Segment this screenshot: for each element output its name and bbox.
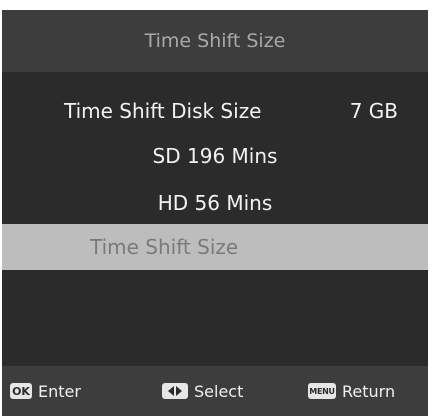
enter-hint: OK Enter [10, 366, 81, 416]
ok-key-icon: OK [10, 383, 32, 399]
right-arrow-icon [176, 386, 182, 396]
enter-hint-label: Enter [38, 381, 81, 401]
time-shift-size-label: Time Shift Size [90, 235, 239, 259]
return-hint: MENU Return [308, 366, 395, 416]
sd-duration-text: SD 196 Mins [152, 144, 278, 168]
disk-size-value: 7 GB [349, 99, 398, 123]
time-shift-size-menu-item[interactable]: Time Shift Size [2, 224, 428, 270]
disk-size-label: Time Shift Disk Size [64, 99, 262, 123]
left-arrow-icon [168, 386, 174, 396]
return-hint-label: Return [342, 381, 396, 401]
hd-duration-row: HD 56 Mins [2, 180, 428, 226]
disk-size-row: Time Shift Disk Size 7 GB [2, 88, 428, 134]
left-right-arrows-icon [162, 383, 188, 399]
footer-hint-bar: OK Enter Select MENU Return [2, 366, 428, 416]
menu-key-icon: MENU [308, 383, 336, 399]
select-hint: Select [162, 366, 243, 416]
osd-screen: Time Shift Size Time Shift Disk Size 7 G… [2, 10, 428, 416]
select-hint-label: Select [194, 381, 244, 401]
page-title: Time Shift Size [144, 30, 286, 52]
hd-duration-text: HD 56 Mins [157, 191, 273, 215]
sd-duration-row: SD 196 Mins [2, 133, 428, 179]
title-bar: Time Shift Size [2, 10, 428, 72]
